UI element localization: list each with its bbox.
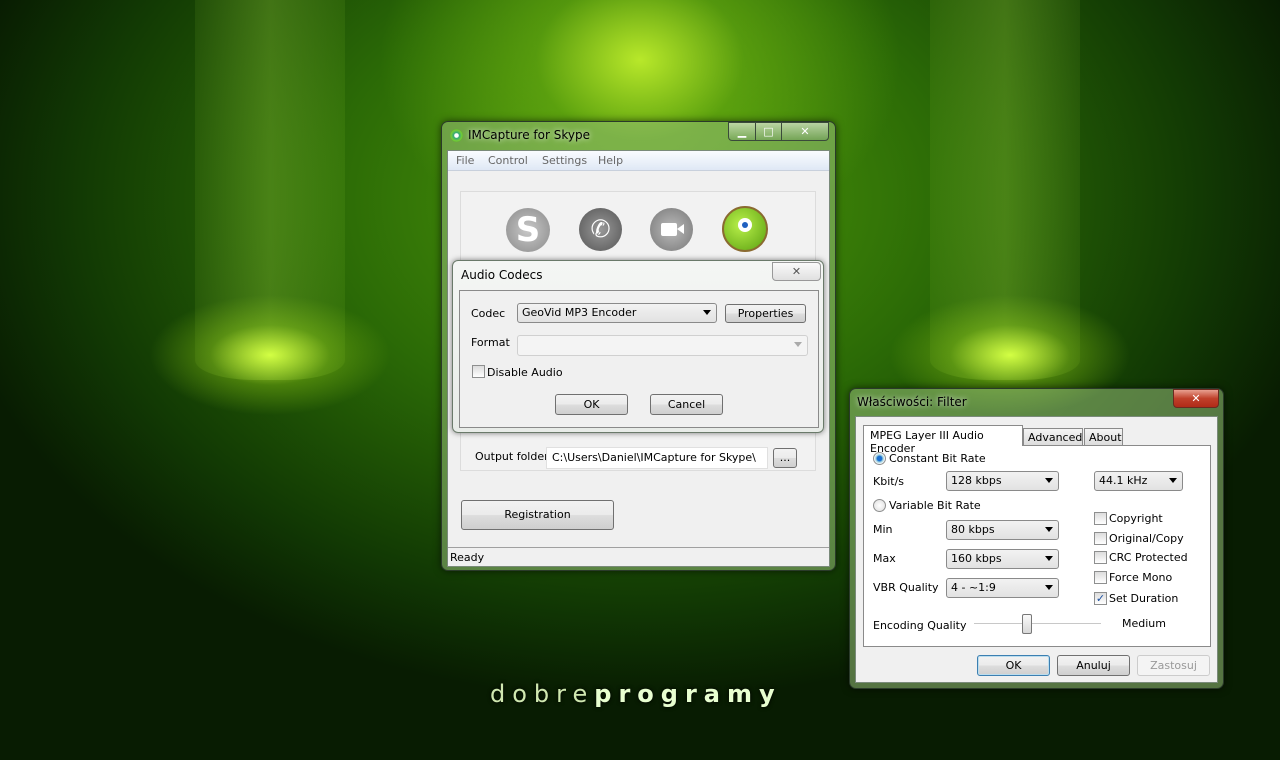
- codec-group: Codec GeoVid MP3 Encoder Properties Form…: [459, 290, 819, 428]
- option-checkbox[interactable]: [1094, 551, 1107, 564]
- phone-icon[interactable]: ✆: [579, 208, 622, 251]
- format-label: Format: [471, 336, 510, 349]
- option-checkbox-label: Set Duration: [1109, 592, 1179, 605]
- option-checkbox[interactable]: [1094, 512, 1107, 525]
- max-label: Max: [873, 552, 896, 565]
- ok-button[interactable]: OK: [977, 655, 1050, 676]
- vbr-label: Variable Bit Rate: [889, 499, 981, 512]
- encoding-quality-track: [974, 623, 1101, 625]
- disable-audio-label: Disable Audio: [487, 366, 563, 379]
- filter-properties-window: Właściwości: Filter ✕ MPEG Layer III Aud…: [849, 388, 1224, 689]
- window-title: IMCapture for Skype: [468, 128, 590, 142]
- kbits-label: Kbit/s: [873, 475, 905, 488]
- status-bar: Ready: [448, 547, 829, 566]
- codec-value: GeoVid MP3 Encoder: [522, 306, 637, 319]
- mascot-icon[interactable]: [722, 206, 768, 252]
- chevron-down-icon: [1045, 527, 1053, 532]
- client-area: MPEG Layer III Audio Encoder Advanced Ab…: [855, 416, 1218, 683]
- status-text: Ready: [450, 551, 485, 564]
- properties-button[interactable]: Properties: [725, 304, 806, 323]
- chevron-down-icon: [703, 310, 711, 315]
- app-icon: [450, 129, 463, 142]
- max-select[interactable]: 160 kbps: [946, 549, 1059, 569]
- chevron-down-icon: [1169, 478, 1177, 483]
- option-checkbox-label: CRC Protected: [1109, 551, 1188, 564]
- menu-file[interactable]: File: [456, 154, 474, 167]
- chevron-down-icon: [1045, 556, 1053, 561]
- option-checkbox[interactable]: [1094, 532, 1107, 545]
- brand-logo: dobreprogramy: [490, 680, 782, 708]
- output-folder-input[interactable]: C:\Users\Daniel\IMCapture for Skype\: [546, 447, 768, 469]
- dialog-close-button[interactable]: ✕: [772, 262, 821, 281]
- chevron-down-icon: [1045, 478, 1053, 483]
- chevron-down-icon: [794, 342, 802, 347]
- video-camera-icon[interactable]: [650, 208, 693, 251]
- maximize-button[interactable]: □: [755, 122, 782, 141]
- kbits-value: 128 kbps: [951, 474, 1002, 487]
- option-checkbox-label: Copyright: [1109, 512, 1163, 525]
- option-checkbox-label: Original/Copy: [1109, 532, 1184, 545]
- disable-audio-checkbox[interactable]: [472, 365, 485, 378]
- kbits-select[interactable]: 128 kbps: [946, 471, 1059, 491]
- minimize-button[interactable]: ▁: [728, 122, 756, 141]
- brand-part2: programy: [594, 680, 782, 708]
- window-title: Właściwości: Filter: [857, 395, 967, 409]
- skype-icon[interactable]: S: [506, 208, 550, 252]
- min-value: 80 kbps: [951, 523, 995, 536]
- encoding-quality-slider[interactable]: [1022, 614, 1033, 634]
- output-folder-label: Output folder:: [475, 450, 553, 463]
- chevron-down-icon: [1045, 585, 1053, 590]
- tab-advanced[interactable]: Advanced: [1023, 428, 1083, 446]
- menu-bar: File Control Settings Help: [448, 151, 829, 171]
- frequency-value: 44.1 kHz: [1099, 474, 1148, 487]
- min-label: Min: [873, 523, 893, 536]
- vbr-quality-value: 4 - ~1:9: [951, 581, 996, 594]
- frequency-select[interactable]: 44.1 kHz: [1094, 471, 1183, 491]
- encoding-quality-value: Medium: [1122, 617, 1166, 630]
- menu-help[interactable]: Help: [598, 154, 623, 167]
- codec-select[interactable]: GeoVid MP3 Encoder: [517, 303, 717, 323]
- menu-settings[interactable]: Settings: [542, 154, 587, 167]
- codec-label: Codec: [471, 307, 506, 320]
- bg-pillar: [930, 0, 1080, 380]
- vbr-quality-select[interactable]: 4 - ~1:9: [946, 578, 1059, 598]
- browse-button[interactable]: ...: [773, 448, 797, 468]
- option-checkbox[interactable]: ✓: [1094, 592, 1107, 605]
- registration-button[interactable]: Registration: [461, 500, 614, 530]
- option-checkbox[interactable]: [1094, 571, 1107, 584]
- option-checkbox-label: Force Mono: [1109, 571, 1173, 584]
- close-button[interactable]: ✕: [781, 122, 829, 141]
- cancel-button[interactable]: Anuluj: [1057, 655, 1130, 676]
- apply-button[interactable]: Zastosuj: [1137, 655, 1210, 676]
- audio-codecs-dialog: Audio Codecs ✕ Codec GeoVid MP3 Encoder …: [452, 260, 824, 433]
- format-select[interactable]: [517, 335, 808, 356]
- dialog-title: Audio Codecs: [461, 268, 543, 282]
- tab-about[interactable]: About: [1084, 428, 1123, 446]
- brand-part1: dobre: [490, 680, 595, 708]
- close-button[interactable]: ✕: [1173, 389, 1219, 408]
- cancel-button[interactable]: Cancel: [650, 394, 723, 415]
- ok-button[interactable]: OK: [555, 394, 628, 415]
- max-value: 160 kbps: [951, 552, 1002, 565]
- vbr-radio[interactable]: [873, 499, 886, 512]
- min-select[interactable]: 80 kbps: [946, 520, 1059, 540]
- vbr-quality-label: VBR Quality: [873, 581, 939, 594]
- encoding-quality-label: Encoding Quality: [873, 619, 967, 632]
- bg-pillar: [195, 0, 345, 380]
- menu-control[interactable]: Control: [488, 154, 528, 167]
- tab-panel: Constant Bit Rate Kbit/s 128 kbps 44.1 k…: [863, 445, 1211, 647]
- tab-mpeg-encoder[interactable]: MPEG Layer III Audio Encoder: [863, 425, 1023, 455]
